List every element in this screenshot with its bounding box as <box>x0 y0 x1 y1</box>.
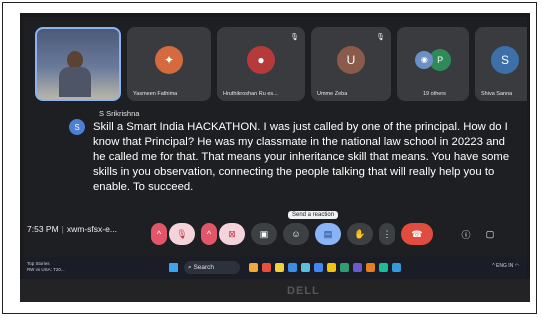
photo-frame: ✦ Yasmeen Fathima 🎙 ● Hruthikroshan Ru e… <box>2 2 537 314</box>
taskbar-app-icon[interactable] <box>366 263 375 272</box>
participant-name: Yasmeen Fathima <box>133 91 178 97</box>
hang-up-icon: ☎ <box>411 228 423 239</box>
mic-toggle-button[interactable]: 🎙 <box>169 223 195 245</box>
system-tray[interactable]: ^ ENG IN ◠ <box>492 263 519 269</box>
info-icon: ⓘ <box>461 229 471 240</box>
leave-call-button[interactable]: ☎ <box>401 223 433 245</box>
news-widget[interactable]: Top Stories RW vs USA: T20... <box>27 261 65 273</box>
taskbar-app-icon[interactable] <box>262 263 271 272</box>
raise-hand-button[interactable]: ✋ <box>347 223 373 245</box>
taskbar-app-icon[interactable] <box>327 263 336 272</box>
meeting-controls: 7:53 PM | xwm-sfsx-e... Send a reaction ^ … <box>23 211 527 247</box>
caption-text: Skill a Smart India HACKATHON. I was jus… <box>93 121 510 193</box>
meeting-details-button[interactable]: ⓘ <box>457 223 475 245</box>
meeting-time: 7:53 PM <box>27 224 59 234</box>
taskbar-edge-icon[interactable] <box>288 263 297 272</box>
chat-button[interactable]: ▢ <box>481 223 499 245</box>
participant-tile-shiva[interactable]: S Shiva Sanna <box>475 27 527 101</box>
participant-tile-self-camera[interactable] <box>35 27 121 101</box>
taskbar-chrome-icon[interactable] <box>314 263 323 272</box>
mic-options-button[interactable]: ^ <box>151 223 167 245</box>
avatar: ✦ <box>155 45 183 74</box>
present-screen-icon: ▤ <box>323 228 333 239</box>
avatar: U <box>337 45 365 74</box>
participant-name: Hruthikroshan Ru es... <box>223 91 278 97</box>
more-options-icon: ⋮ <box>382 228 392 239</box>
mic-off-icon: 🎙 <box>376 34 385 41</box>
taskbar-app-icon[interactable] <box>301 263 310 272</box>
participant-name: Shiva Sanna <box>481 91 513 97</box>
avatar-secondary: ◉ <box>415 50 434 69</box>
wifi-icon: ◠ <box>514 263 519 269</box>
raise-hand-icon: ✋ <box>354 228 366 239</box>
meet-screen: ✦ Yasmeen Fathima 🎙 ● Hruthikroshan Ru e… <box>23 17 527 279</box>
taskbar-file-explorer-icon[interactable] <box>275 263 284 272</box>
participant-tile-umme[interactable]: 🎙 U Umme Zeba <box>311 27 391 101</box>
search-label: Search <box>193 264 215 271</box>
captions-button[interactable]: ▣ <box>251 223 277 245</box>
chevron-up-icon: ^ <box>206 229 212 239</box>
meeting-info: 7:53 PM | xwm-sfsx-e... <box>27 224 117 234</box>
taskbar-app-icon[interactable] <box>392 263 401 272</box>
taskbar-app-icon[interactable] <box>249 263 258 272</box>
reaction-button[interactable]: ☺ <box>283 223 309 245</box>
windows-taskbar: Top Stories RW vs USA: T20... ⌕ Search ^… <box>23 257 527 279</box>
monitor-photo: ✦ Yasmeen Fathima 🎙 ● Hruthikroshan Ru e… <box>20 13 530 302</box>
camera-toggle-button[interactable]: ⊠ <box>219 223 245 245</box>
closed-captions-icon: ▣ <box>259 228 269 239</box>
taskbar-app-icon[interactable] <box>379 263 388 272</box>
mic-off-icon: 🎙 <box>290 34 299 41</box>
more-options-button[interactable]: ⋮ <box>379 223 395 245</box>
avatar: S <box>491 45 519 74</box>
caption-speaker: S Srikrishna <box>99 109 140 118</box>
emoji-reaction-icon: ☺ <box>291 229 301 239</box>
participant-tile-others[interactable]: P ◉ 19 others <box>397 27 469 101</box>
participant-tile-yasmeen[interactable]: ✦ Yasmeen Fathima <box>127 27 211 101</box>
news-widget-subtitle: RW vs USA: T20... <box>27 267 65 272</box>
participant-tile-hruthikroshan[interactable]: 🎙 ● Hruthikroshan Ru es... <box>217 27 305 101</box>
reaction-tooltip: Send a reaction <box>288 211 339 219</box>
dell-logo: DELL <box>287 285 320 297</box>
camera-options-button[interactable]: ^ <box>201 223 217 245</box>
windows-start-icon[interactable] <box>169 263 178 272</box>
taskbar-app-icon[interactable] <box>340 263 349 272</box>
present-button[interactable]: ▤ <box>315 223 341 245</box>
monitor-bezel: DELL <box>20 279 530 302</box>
participant-name: Umme Zeba <box>317 91 348 97</box>
chevron-up-icon: ^ <box>156 229 162 239</box>
caption-avatar: S <box>69 119 85 135</box>
taskbar-search[interactable]: ⌕ Search <box>184 261 240 274</box>
participant-name: 19 others <box>423 91 446 97</box>
meeting-code: xwm-sfsx-e... <box>66 224 117 234</box>
mic-off-icon: 🎙 <box>176 228 188 239</box>
avatar: ● <box>247 45 275 74</box>
tray-language: ENG IN <box>496 263 514 269</box>
taskbar-app-icon[interactable] <box>353 263 362 272</box>
participant-video-body <box>59 67 91 97</box>
camera-off-icon: ⊠ <box>228 228 236 239</box>
chat-icon: ▢ <box>485 228 495 239</box>
